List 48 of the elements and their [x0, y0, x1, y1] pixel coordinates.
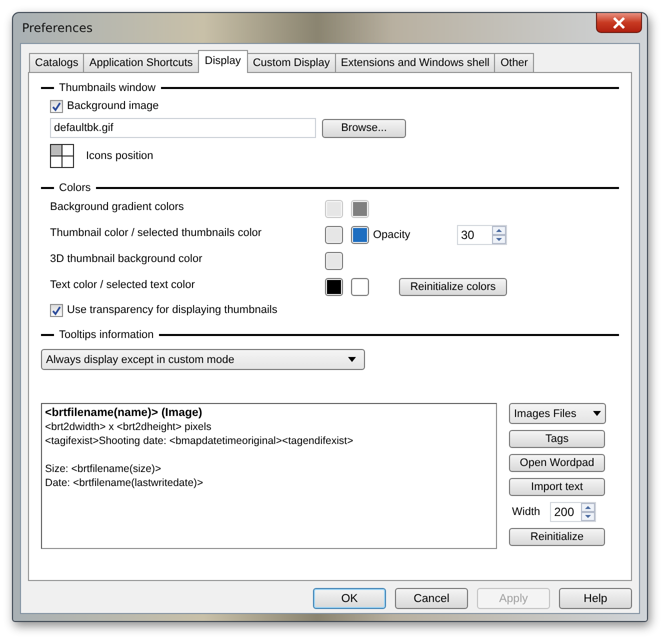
color-label: 3D thumbnail background color	[50, 253, 204, 265]
opacity-label: Opacity	[373, 229, 412, 241]
mode-dropdown[interactable]: Always display except in custom mode	[41, 349, 365, 370]
dialog-button[interactable]: Help	[559, 588, 632, 609]
browse-button[interactable]: Browse...	[322, 118, 406, 138]
width-label: Width	[512, 506, 540, 518]
file-type-dropdown[interactable]: Images Files	[509, 403, 606, 424]
section-heading: Tooltips information	[59, 329, 154, 341]
template-line: <brt2dwidth> x <brt2dheight> pixels	[45, 420, 212, 434]
checkbox[interactable]	[50, 100, 63, 112]
tab[interactable]: Application Shortcuts	[83, 53, 199, 72]
section-heading: Colors	[59, 182, 91, 194]
template-line: <tagifexist>Shooting date: <bmapdatetimeoriginal><tagendifexist>	[45, 434, 354, 448]
tab[interactable]: Other	[494, 53, 534, 72]
dialog-button[interactable]: OK	[313, 588, 386, 609]
file-field[interactable]: defaultbk.gif	[50, 118, 316, 138]
icons-position-label: Icons position	[86, 150, 154, 162]
color-label: Thumbnail color / selected thumbnails color	[50, 227, 263, 239]
width-spinbox[interactable]: 200	[550, 502, 596, 522]
window-title: Preferences	[22, 21, 93, 35]
template-line: Date: <brtfilename(lastwritedate)>	[45, 476, 204, 490]
side-button[interactable]: Import text	[509, 478, 605, 496]
side-button[interactable]: Tags	[509, 430, 605, 448]
color-label: Background gradient colors	[50, 201, 185, 213]
section-heading: Thumbnails window	[59, 82, 156, 94]
checkbox-label: Use transparency for displaying thumbnails	[67, 304, 278, 316]
template-line: Size: <brtfilename(size)>	[45, 462, 162, 476]
dialog-button[interactable]: Cancel	[395, 588, 468, 609]
tab[interactable]: Display	[198, 50, 248, 73]
spin-arrows-icon[interactable]	[581, 503, 596, 521]
close-button[interactable]	[596, 13, 642, 33]
opacity-spinbox[interactable]: 30	[457, 225, 507, 245]
caret-icon	[593, 411, 601, 416]
tab[interactable]: Catalogs	[29, 53, 84, 72]
tab[interactable]: Extensions and Windows shell	[334, 53, 496, 72]
color-label: Text color / selected text color	[50, 279, 196, 291]
template-line: <brtfilename(name)> (Image)	[45, 406, 202, 420]
side-button[interactable]: Open Wordpad	[509, 454, 605, 472]
checkbox[interactable]	[50, 304, 63, 316]
reinitialize-button[interactable]: Reinitialize	[509, 528, 605, 546]
grid-icon[interactable]	[50, 144, 74, 168]
template-editor[interactable]: <brtfilename(name)> (Image) <brt2dwidth> x <brt2dheight> pixels <tagifexist>Shooting date: <bmapdatetimeoriginal><tagendifexist> Size: <brtfilename(size)> Date: <brtfilename(lastwritedate)>	[41, 403, 497, 549]
spin-arrows-icon[interactable]	[492, 226, 506, 244]
tab[interactable]: Custom Display	[246, 53, 336, 72]
checkbox-label: Background image	[67, 100, 159, 112]
close-icon	[612, 16, 626, 28]
reinitialize-colors-button[interactable]: Reinitialize colors	[399, 278, 507, 296]
caret-icon	[348, 357, 356, 362]
